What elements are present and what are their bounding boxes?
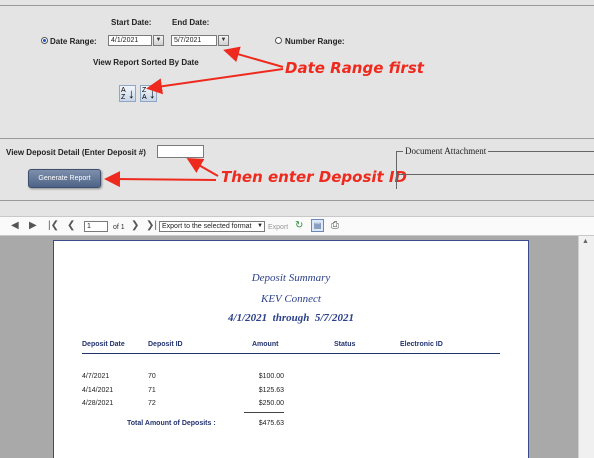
export-format-selected: Export to the selected format: [162, 223, 252, 230]
column-electronic-id: Electronic ID: [400, 341, 443, 348]
select-chevron-down-icon: ▼: [257, 223, 263, 229]
annotation-date-range-first: Date Range first: [285, 59, 424, 77]
total-value: $475.63: [258, 420, 284, 427]
header-rule: [82, 353, 500, 354]
column-amount: Amount: [252, 341, 279, 348]
last-page-icon[interactable]: ❯|: [146, 220, 157, 232]
row-id: 71: [148, 387, 156, 394]
deposit-number-input[interactable]: [157, 145, 204, 158]
total-label: Total Amount of Deposits :: [127, 420, 216, 427]
report-page: Deposit Summary KEV Connect 4/1/2021 thr…: [53, 240, 529, 458]
report-date-range: 4/1/2021 through 5/7/2021: [228, 312, 354, 324]
row-date: 4/28/2021: [82, 400, 114, 407]
column-status: Status: [334, 341, 356, 348]
scroll-up-icon[interactable]: ▲: [582, 238, 589, 245]
annotation-enter-deposit-id: Then enter Deposit ID: [221, 168, 407, 186]
document-attachment-label: Document Attachment: [403, 146, 489, 156]
export-link[interactable]: Export: [268, 222, 288, 234]
vertical-scrollbar[interactable]: ▲: [578, 236, 594, 458]
arrow-to-end-date: [223, 46, 284, 68]
first-page-icon[interactable]: |❮: [48, 220, 59, 232]
row-date: 4/14/2021: [82, 387, 114, 394]
column-deposit-date: Deposit Date: [82, 341, 125, 348]
arrow-to-sort-buttons: [146, 68, 284, 95]
row-id: 72: [148, 400, 156, 407]
deposit-detail-label: View Deposit Detail (Enter Deposit #): [6, 148, 146, 157]
refresh-icon[interactable]: ↻: [295, 220, 303, 232]
page-number-input[interactable]: 1: [84, 221, 108, 232]
export-format-select[interactable]: Export to the selected format ▼: [159, 221, 265, 232]
row-date: 4/7/2021: [82, 373, 110, 380]
forward-icon[interactable]: ▶: [29, 220, 37, 232]
arrow-to-deposit-input: [186, 158, 219, 177]
print-icon[interactable]: ⎙: [331, 220, 339, 232]
generate-report-button[interactable]: Generate Report: [28, 169, 101, 188]
report-company: KEV Connect: [261, 293, 321, 305]
document-map-icon[interactable]: ▤: [311, 219, 324, 232]
row-id: 70: [148, 373, 156, 380]
row-amount: $125.63: [258, 387, 284, 394]
back-icon[interactable]: ◀: [11, 220, 19, 232]
total-rule: [244, 412, 284, 413]
report-viewer-toolbar: ◀ ▶ |❮ ❮ 1 of 1 ❯ ❯| Export to the selec…: [0, 216, 594, 236]
next-page-icon[interactable]: ❯: [131, 220, 139, 232]
attachment-fieldset-rule: [396, 174, 594, 175]
row-amount: $250.00: [258, 400, 284, 407]
page-count-label: of 1: [113, 224, 125, 231]
document-attachment-fieldset: [396, 151, 594, 189]
report-title: Deposit Summary: [251, 272, 331, 284]
column-deposit-id: Deposit ID: [148, 341, 183, 348]
arrow-to-generate-button: [104, 171, 217, 188]
row-amount: $100.00: [258, 373, 284, 380]
previous-page-icon[interactable]: ❮: [67, 220, 75, 232]
